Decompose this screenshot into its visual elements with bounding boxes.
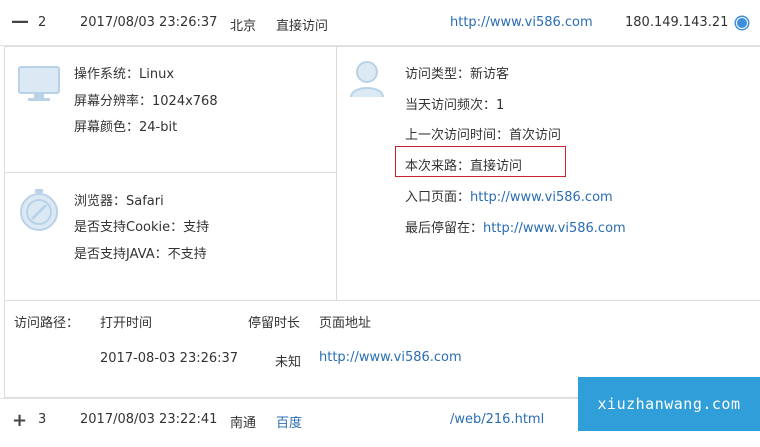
last-stay-link[interactable]: http://www.vi586.com bbox=[483, 221, 626, 236]
column-page-url: 页面地址 bbox=[319, 316, 372, 331]
visit-type: 访问类型：新访客 bbox=[405, 67, 510, 82]
visit-url[interactable]: http://www.vi586.com bbox=[450, 15, 593, 30]
visit-city: 南通 bbox=[230, 416, 257, 431]
column-stay-duration: 停留时长 bbox=[248, 316, 301, 331]
path-label: 访问路径： bbox=[14, 316, 80, 331]
cookie-support: 是否支持Cookie：支持 bbox=[74, 220, 210, 235]
collapse-toggle[interactable]: — bbox=[11, 11, 29, 32]
visit-datetime: 2017/08/03 23:26:37 bbox=[80, 15, 218, 30]
visit-index: 2 bbox=[38, 15, 47, 30]
visit-url[interactable]: /web/216.html bbox=[450, 412, 544, 427]
visit-source-link[interactable]: 百度 bbox=[276, 412, 302, 431]
last-visit-time: 上一次访问时间：首次访问 bbox=[405, 128, 562, 143]
last-stay-label: 最后停留在： bbox=[405, 221, 484, 236]
entry-page-link[interactable]: http://www.vi586.com bbox=[470, 190, 613, 205]
user-icon bbox=[349, 59, 385, 103]
visit-datetime: 2017/08/03 23:22:41 bbox=[80, 412, 218, 427]
column-open-time: 打开时间 bbox=[100, 316, 153, 331]
entry-page: 入口页面：http://www.vi586.com bbox=[405, 186, 613, 205]
visit-index: 3 bbox=[38, 412, 47, 427]
monitor-icon bbox=[17, 65, 61, 107]
path-row-time: 2017-08-03 23:26:37 bbox=[100, 351, 239, 366]
path-row-stay: 未知 bbox=[275, 355, 302, 370]
watermark: xiuzhanwang.com bbox=[578, 377, 760, 431]
compass-icon bbox=[19, 189, 59, 235]
referrer-highlight-box bbox=[395, 146, 566, 177]
path-row-url[interactable]: http://www.vi586.com bbox=[319, 350, 462, 365]
visit-row-2[interactable]: — 2 2017/08/03 23:26:37 北京 直接访问 http://w… bbox=[0, 0, 760, 46]
visit-source: 直接访问 bbox=[276, 19, 329, 34]
last-stay-page: 最后停留在：http://www.vi586.com bbox=[405, 217, 626, 236]
java-support: 是否支持JAVA：不支持 bbox=[74, 247, 207, 262]
browser-info: 浏览器：Safari bbox=[74, 194, 164, 209]
resolution-info: 屏幕分辨率：1024x768 bbox=[74, 94, 218, 109]
color-depth-info: 屏幕颜色：24-bit bbox=[74, 120, 178, 135]
daily-frequency: 当天访问频次：1 bbox=[405, 98, 505, 113]
visit-city: 北京 bbox=[230, 19, 257, 34]
expand-toggle[interactable]: + bbox=[12, 410, 27, 431]
visit-detail-panel: 操作系统：Linux 屏幕分辨率：1024x768 屏幕颜色：24-bit 浏览… bbox=[4, 46, 760, 398]
safari-compass-icon bbox=[734, 15, 750, 35]
visit-ip: 180.149.143.21 bbox=[625, 15, 729, 30]
entry-page-label: 入口页面： bbox=[405, 190, 471, 205]
os-info: 操作系统：Linux bbox=[74, 67, 175, 82]
